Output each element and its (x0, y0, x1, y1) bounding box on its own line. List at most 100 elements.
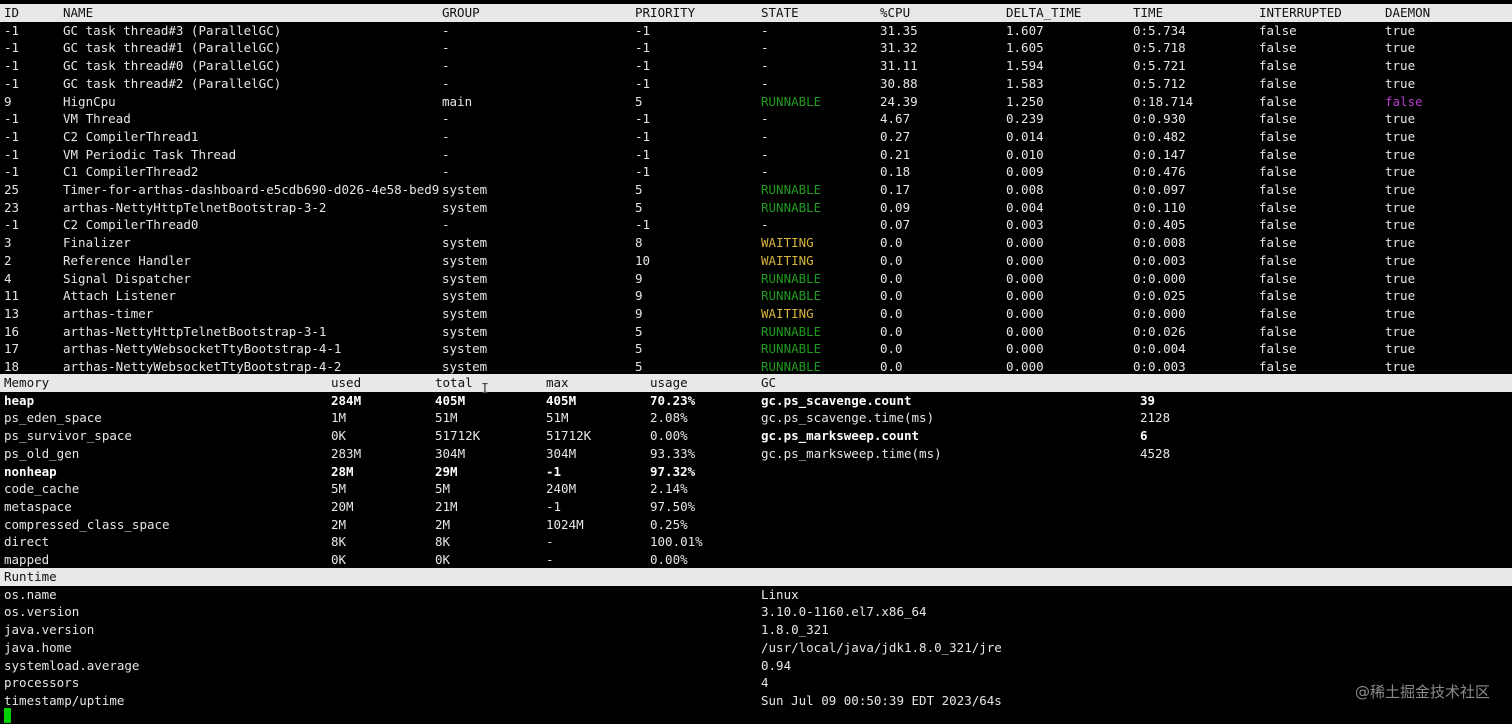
memory-cell: 2.08% (650, 410, 688, 426)
thread-cell: GC task thread#1 (ParallelGC) (63, 40, 282, 56)
thread-cell: 1.583 (1006, 75, 1044, 91)
thread-cell: true (1385, 75, 1416, 91)
memory-row: metaspace 20M 21M -1 97.50% (0, 498, 1512, 516)
thread-cell: - (442, 22, 450, 38)
thread-cell: 0:0.008 (1133, 235, 1186, 251)
thread-cell: true (1385, 252, 1416, 268)
memory-cell: 0K (331, 428, 347, 444)
memory-cell: 0K (435, 552, 451, 567)
memory-cell: 51712K (546, 428, 592, 444)
thread-cell: 4 (4, 270, 12, 286)
thread-cell: true (1385, 22, 1416, 38)
memory-cell: 304M (435, 445, 466, 461)
thread-cell: 5 (635, 199, 643, 215)
memory-cell: 2M (435, 516, 451, 532)
thread-cell: 0:0.476 (1133, 164, 1186, 180)
thread-cell: arthas-timer (63, 305, 154, 321)
runtime-cell: Sun Jul 09 00:50:39 EDT 2023/64s (761, 692, 1002, 708)
memory-cell: mapped (4, 552, 50, 567)
thread-cell: -1 (4, 111, 20, 127)
thread-cell: true (1385, 235, 1416, 251)
gc-cell: gc.ps_scavenge.time(ms) (761, 410, 935, 426)
column-header: ID (4, 5, 20, 20)
memory-cell: ps_old_gen (4, 445, 80, 461)
memory-cell: 1024M (546, 516, 584, 532)
memory-cell: ps_survivor_space (4, 428, 132, 444)
thread-row: -1 GC task thread#1 (ParallelGC) - -1 - 31.32… (0, 39, 1512, 57)
thread-cell: - (442, 164, 450, 180)
thread-cell: Finalizer (63, 235, 131, 251)
gc-header: GC (761, 375, 777, 390)
gc-cell: gc.ps_scavenge.count (761, 392, 912, 408)
thread-cell: RUNNABLE (761, 93, 822, 109)
thread-cell: GC task thread#0 (ParallelGC) (63, 58, 282, 74)
thread-cell: true (1385, 305, 1416, 321)
thread-cell: 23 (4, 199, 20, 215)
thread-cell: false (1259, 235, 1297, 251)
memory-cell: heap (4, 392, 35, 408)
thread-cell: - (442, 128, 450, 144)
memory-cell: 2.14% (650, 481, 688, 497)
thread-row: 2 Reference Handler system 10 WAITING 0.0 0.00… (0, 252, 1512, 270)
thread-cell: true (1385, 58, 1416, 74)
thread-cell: RUNNABLE (761, 341, 822, 357)
thread-cell: 0:5.718 (1133, 40, 1186, 56)
thread-cell: RUNNABLE (761, 182, 822, 197)
thread-cell: system (442, 182, 488, 197)
thread-cell: false (1259, 75, 1297, 91)
thread-cell: 31.35 (880, 22, 918, 38)
memory-cell: 0.00% (650, 428, 688, 444)
thread-row: 9 HignCpu main 5 RUNNABLE 24.39 1.250 0:18.714 f… (0, 93, 1512, 111)
runtime-row: timestamp/uptime Sun Jul 09 00:50:39 EDT … (0, 692, 1512, 710)
thread-cell: -1 (635, 146, 651, 162)
thread-cell: true (1385, 288, 1416, 304)
runtime-row: java.version 1.8.0_321 (0, 621, 1512, 639)
memory-cell: 283M (331, 445, 362, 461)
thread-row: -1 VM Periodic Task Thread - -1 - 0.21 0.010 0:… (0, 146, 1512, 164)
terminal-cursor[interactable] (4, 708, 11, 723)
runtime-row: processors 4 (0, 674, 1512, 692)
memory-cell: 21M (435, 498, 458, 514)
thread-cell: system (442, 305, 488, 321)
thread-row: -1 GC task thread#0 (ParallelGC) - -1 - 31.11… (0, 57, 1512, 75)
memory-cell: 0K (331, 552, 347, 567)
thread-cell: - (761, 164, 769, 180)
thread-cell: false (1259, 58, 1297, 74)
thread-cell: 0:0.482 (1133, 128, 1186, 144)
memory-cell: 51712K (435, 428, 481, 444)
thread-cell: 3 (4, 235, 12, 251)
memory-cell: 304M (546, 445, 577, 461)
thread-cell: 0.000 (1006, 288, 1044, 304)
thread-cell: -1 (635, 40, 651, 56)
thread-row: -1 GC task thread#2 (ParallelGC) - -1 - 30.88… (0, 75, 1512, 93)
memory-cell: 1M (331, 410, 347, 426)
memory-row: ps_eden_space 1M 51M 51M 2.08% gc.ps_scavenge… (0, 409, 1512, 427)
thread-row: 23 arthas-NettyHttpTelnetBootstrap-3-2 sys… (0, 199, 1512, 217)
thread-cell: 0.004 (1006, 199, 1044, 215)
thread-cell: system (442, 270, 488, 286)
thread-cell: 0.003 (1006, 217, 1044, 233)
runtime-cell: os.name (4, 586, 57, 602)
thread-row: -1 C1 CompilerThread2 - -1 - 0.18 0.009 0:0.476… (0, 163, 1512, 181)
thread-cell: 1.607 (1006, 22, 1044, 38)
thread-cell: system (442, 341, 488, 357)
memory-cell: - (546, 534, 554, 550)
thread-cell: 0.27 (880, 128, 911, 144)
memory-cell: code_cache (4, 481, 80, 497)
thread-cell: 5 (635, 323, 643, 339)
thread-cell: - (761, 22, 769, 38)
thread-row: -1 C2 CompilerThread0 - -1 - 0.07 0.003 0:0.405… (0, 216, 1512, 234)
thread-cell: 0:0.000 (1133, 270, 1186, 286)
thread-row: 13 arthas-timer system 9 WAITING 0.0 0.000 0:0.… (0, 305, 1512, 323)
memory-cell: 405M (546, 392, 577, 408)
thread-cell: -1 (635, 58, 651, 74)
column-header: DAEMON (1385, 5, 1431, 20)
thread-cell: 0:5.721 (1133, 58, 1186, 74)
thread-cell: 8 (635, 235, 643, 251)
gc-cell: 4528 (1140, 445, 1171, 461)
thread-cell: false (1259, 199, 1297, 215)
memory-cell: 8K (331, 534, 347, 550)
column-header: DELTA_TIME (1006, 5, 1082, 20)
thread-cell: true (1385, 323, 1416, 339)
gc-cell: 6 (1140, 428, 1148, 444)
